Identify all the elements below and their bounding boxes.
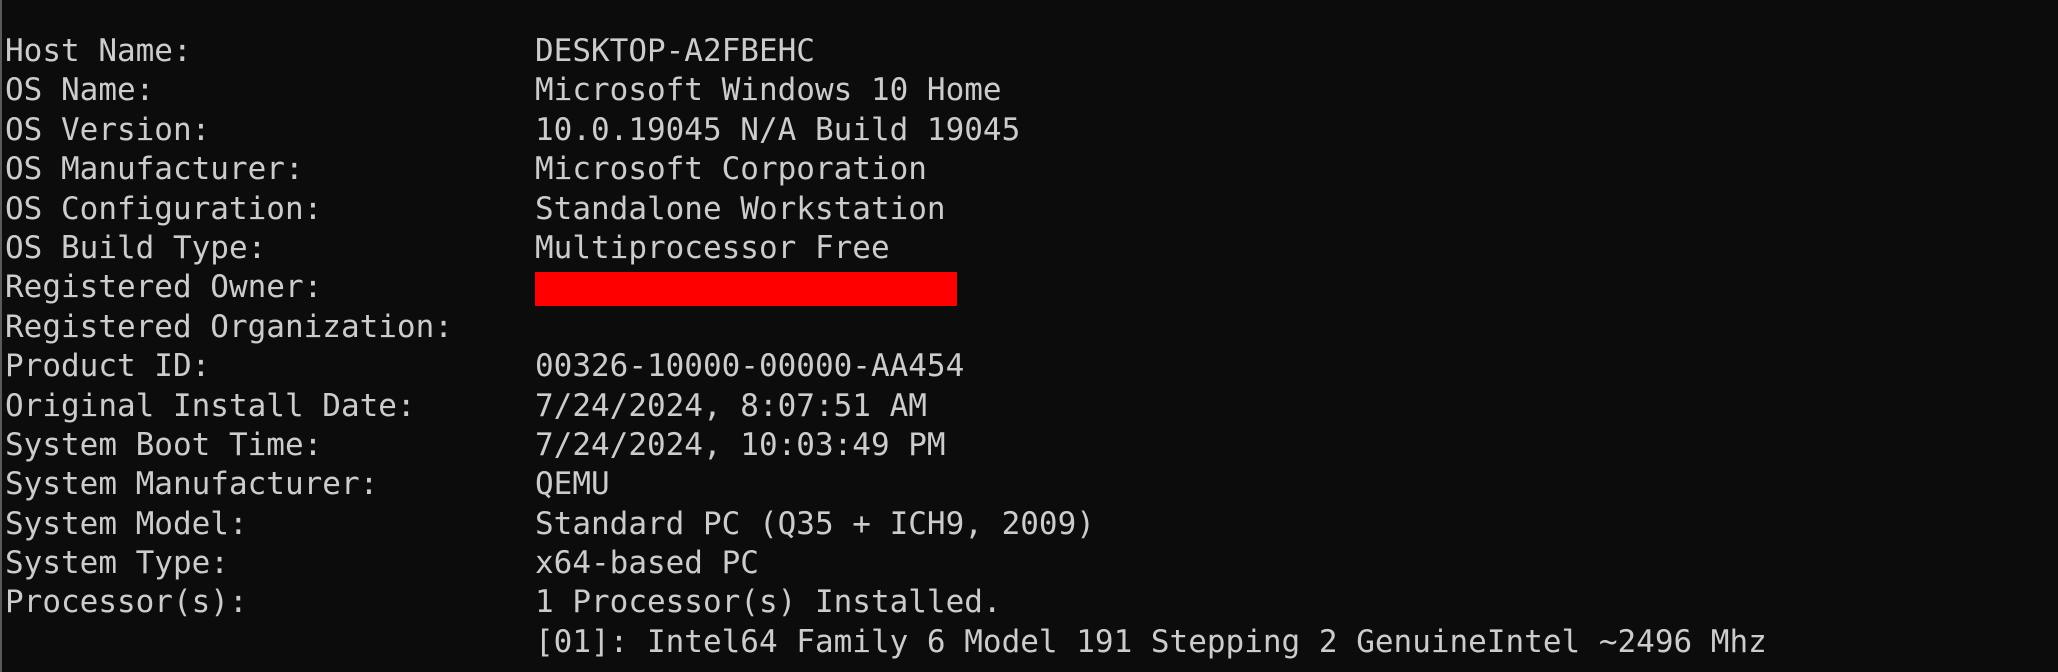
- output-line-system-type: System Type: x64-based PC: [5, 544, 759, 583]
- field-value: 10.0.19045 N/A Build 19045: [535, 111, 1021, 148]
- output-line-processor-detail: [01]: Intel64 Family 6 Model 191 Steppin…: [5, 623, 1767, 662]
- output-line-system-boot-time: System Boot Time: 7/24/2024, 10:03:49 PM: [5, 426, 946, 465]
- output-line-os-version: OS Version: 10.0.19045 N/A Build 19045: [5, 111, 1020, 150]
- field-label: Product ID:: [5, 348, 211, 385]
- field-value: DESKTOP-A2FBEHC: [535, 33, 815, 69]
- window-left-border: [0, 0, 2, 672]
- output-line-original-install-date: Original Install Date: 7/24/2024, 8:07:5…: [5, 387, 927, 426]
- field-label: OS Name:: [5, 72, 155, 109]
- output-line-host-name: Host Name: DESKTOP-A2FBEHC: [5, 32, 815, 71]
- output-line-registered-organization: Registered Organization:: [5, 308, 453, 347]
- field-value: Multiprocessor Free: [535, 229, 890, 266]
- output-line-processors: Processor(s): 1 Processor(s) Installed.: [5, 583, 1002, 622]
- output-line-registered-owner: Registered Owner:: [5, 268, 957, 307]
- field-value: QEMU: [535, 466, 610, 503]
- field-label: OS Build Type:: [5, 229, 267, 266]
- field-label: Original Install Date:: [5, 387, 416, 424]
- field-value: Microsoft Windows 10 Home: [535, 72, 1002, 109]
- field-value: Microsoft Corporation: [535, 151, 927, 188]
- systeminfo-output: Host Name: DESKTOP-A2FBEHC OS Name: Micr…: [5, 32, 1767, 662]
- field-label: System Boot Time:: [5, 426, 323, 463]
- console-window[interactable]: Host Name: DESKTOP-A2FBEHC OS Name: Micr…: [0, 0, 2058, 672]
- field-label: OS Version:: [5, 111, 211, 148]
- field-value: 00326-10000-00000-AA454: [535, 348, 965, 385]
- output-line-system-model: System Model: Standard PC (Q35 + ICH9, 2…: [5, 505, 1095, 544]
- field-value: 7/24/2024, 10:03:49 PM: [535, 426, 946, 463]
- output-line-os-configuration: OS Configuration: Standalone Workstation: [5, 190, 946, 229]
- output-line-product-id: Product ID: 00326-10000-00000-AA454: [5, 347, 964, 386]
- field-label: System Manufacturer:: [5, 466, 379, 503]
- field-label: Host Name:: [5, 33, 192, 69]
- field-label: Registered Organization:: [5, 308, 453, 345]
- field-value: 1 Processor(s) Installed.: [535, 584, 1002, 621]
- output-line-system-manufacturer: System Manufacturer: QEMU: [5, 465, 610, 504]
- output-line-os-name: OS Name: Microsoft Windows 10 Home: [5, 71, 1002, 110]
- field-label: Processor(s):: [5, 584, 248, 621]
- field-label: System Model:: [5, 505, 248, 542]
- redaction-bar: [535, 272, 957, 307]
- field-value: x64-based PC: [535, 545, 759, 582]
- field-value: Standard PC (Q35 + ICH9, 2009): [535, 505, 1095, 542]
- field-label: OS Manufacturer:: [5, 151, 304, 188]
- field-value: [01]: Intel64 Family 6 Model 191 Steppin…: [535, 623, 1767, 660]
- output-line-os-build-type: OS Build Type: Multiprocessor Free: [5, 229, 890, 268]
- field-label: OS Configuration:: [5, 190, 323, 227]
- field-label: Registered Owner:: [5, 269, 323, 306]
- output-line-os-manufacturer: OS Manufacturer: Microsoft Corporation: [5, 150, 927, 189]
- field-value: Standalone Workstation: [535, 190, 946, 227]
- field-value: 7/24/2024, 8:07:51 AM: [535, 387, 927, 424]
- field-label: System Type:: [5, 545, 229, 582]
